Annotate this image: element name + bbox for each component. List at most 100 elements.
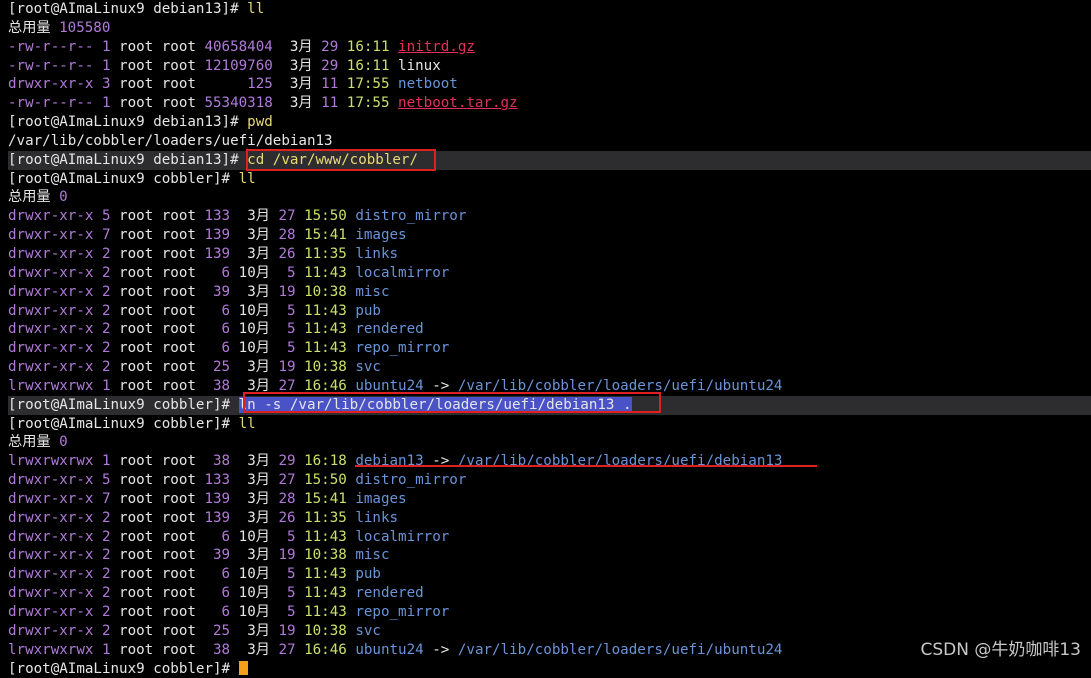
month: 3月	[230, 208, 270, 225]
day: 26	[269, 245, 296, 262]
month: 3月	[272, 76, 313, 93]
time: 11:43	[295, 264, 347, 281]
file-name: distro_mirror	[355, 472, 467, 489]
day: 5	[269, 302, 296, 319]
time: 15:50	[295, 208, 347, 225]
file-name: ubuntu24	[355, 641, 424, 658]
command: ll	[238, 170, 256, 187]
listing-block-1: -rw-r--r-- 1 root root 40658404 3月 29 16…	[8, 38, 1091, 113]
command: ll	[238, 415, 256, 432]
link-count: 5	[93, 208, 111, 225]
total-line: 总用量 0	[8, 188, 1091, 207]
time: 10:38	[295, 547, 347, 564]
month: 3月	[230, 453, 270, 470]
day: 27	[269, 377, 296, 394]
permissions: -rw-r--r--	[8, 57, 94, 74]
listing-row: drwxr-xr-x 2 root root 139 3月 26 11:35 l…	[8, 509, 1091, 528]
time: 15:50	[295, 472, 347, 489]
permissions: drwxr-xr-x	[8, 264, 94, 281]
listing-row: drwxr-xr-x 2 root root 6 10月 5 11:43 loc…	[8, 264, 1091, 283]
file-size: 133	[195, 472, 231, 489]
file-size: 6	[195, 302, 231, 319]
link-count: 2	[93, 340, 111, 357]
link-count: 3	[93, 76, 111, 93]
time: 11:43	[295, 585, 347, 602]
permissions: lrwxrwxrwx	[8, 641, 94, 658]
file-name: localmirror	[355, 528, 450, 545]
listing-row: drwxr-xr-x 2 root root 139 3月 26 11:35 l…	[8, 245, 1091, 264]
link-count: 2	[93, 264, 111, 281]
file-size: 6	[195, 264, 231, 281]
total-label: 总用量	[8, 434, 51, 451]
time: 16:11	[338, 38, 390, 55]
prompt: [root@AImaLinux9 cobbler]#	[8, 660, 231, 677]
time: 11:35	[295, 245, 347, 262]
owner: root root	[110, 227, 196, 244]
permissions: drwxr-xr-x	[8, 566, 94, 583]
prompt-line: [root@AImaLinux9 debian13]# ll	[8, 0, 1091, 19]
prompt: [root@AImaLinux9 cobbler]#	[8, 170, 231, 187]
listing-row: drwxr-xr-x 2 root root 6 10月 5 11:43 rep…	[8, 339, 1091, 358]
command: pwd	[247, 114, 273, 131]
time: 11:43	[295, 302, 347, 319]
day: 29	[312, 57, 339, 74]
permissions: lrwxrwxrwx	[8, 453, 94, 470]
listing-row: drwxr-xr-x 2 root root 39 3月 19 10:38 mi…	[8, 283, 1091, 302]
file-name: images	[355, 227, 407, 244]
command-cd: cd /var/www/cobbler/	[247, 151, 419, 168]
owner: root root	[110, 264, 196, 281]
owner: root root	[110, 245, 196, 262]
day: 5	[269, 340, 296, 357]
total-label: 总用量	[8, 189, 51, 206]
owner: root root	[110, 340, 196, 357]
permissions: -rw-r--r--	[8, 38, 94, 55]
pwd-output: /var/lib/cobbler/loaders/uefi/debian13	[8, 132, 1091, 151]
time: 16:46	[295, 641, 347, 658]
permissions: drwxr-xr-x	[8, 359, 94, 376]
link-count: 2	[93, 245, 111, 262]
file-name: links	[355, 509, 399, 526]
listing-row: drwxr-xr-x 2 root root 6 10月 5 11:43 loc…	[8, 528, 1091, 547]
month: 10月	[230, 528, 270, 545]
owner: root root	[110, 377, 196, 394]
symlink-target: /var/lib/cobbler/loaders/uefi/ubuntu24	[457, 641, 783, 658]
prompt-line-current[interactable]: [root@AImaLinux9 cobbler]#	[8, 660, 1091, 678]
file-name: localmirror	[355, 264, 450, 281]
file-size: 139	[195, 227, 231, 244]
day: 5	[269, 585, 296, 602]
file-size: 125	[195, 76, 273, 93]
file-name: images	[355, 490, 407, 507]
prompt: [root@AImaLinux9 debian13]#	[8, 114, 239, 131]
link-count: 1	[93, 38, 111, 55]
file-size: 139	[195, 490, 231, 507]
terminal-window[interactable]: [root@AImaLinux9 debian13]# ll 总用量 10558…	[0, 0, 1091, 677]
month: 10月	[230, 302, 270, 319]
month: 3月	[230, 245, 270, 262]
file-name: svc	[355, 359, 381, 376]
permissions: drwxr-xr-x	[8, 245, 94, 262]
file-name: misc	[355, 283, 390, 300]
total-line: 总用量 0	[8, 433, 1091, 452]
month: 3月	[272, 95, 313, 112]
file-size: 6	[195, 585, 231, 602]
permissions: drwxr-xr-x	[8, 547, 94, 564]
link-count: 2	[93, 585, 111, 602]
file-size: 6	[195, 340, 231, 357]
month: 10月	[230, 321, 270, 338]
link-count: 2	[93, 509, 111, 526]
permissions: drwxr-xr-x	[8, 302, 94, 319]
month: 10月	[230, 585, 270, 602]
command-ln-selected[interactable]: ln -s /var/lib/cobbler/loaders/uefi/debi…	[238, 396, 632, 413]
link-count: 2	[93, 302, 111, 319]
permissions: drwxr-xr-x	[8, 528, 94, 545]
file-name: rendered	[355, 585, 424, 602]
listing-row: drwxr-xr-x 5 root root 133 3月 27 15:50 d…	[8, 471, 1091, 490]
time: 11:43	[295, 321, 347, 338]
link-count: 2	[93, 566, 111, 583]
time: 17:55	[338, 95, 390, 112]
symlink-arrow: ->	[432, 641, 450, 658]
day: 11	[312, 76, 339, 93]
listing-row: drwxr-xr-x 7 root root 139 3月 28 15:41 i…	[8, 490, 1091, 509]
file-name: linux	[398, 57, 441, 74]
permissions: drwxr-xr-x	[8, 509, 94, 526]
